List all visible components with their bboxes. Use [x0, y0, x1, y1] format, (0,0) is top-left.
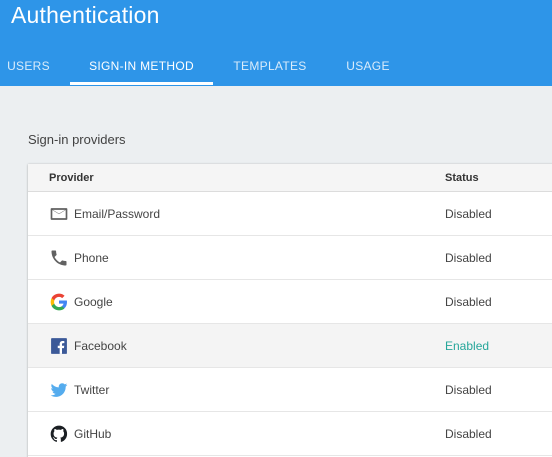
- table-row[interactable]: Facebook Enabled: [28, 324, 552, 368]
- providers-table: Provider Status Email/Password Disabled …: [28, 164, 552, 457]
- table-header: Provider Status: [28, 164, 552, 192]
- provider-name: GitHub: [74, 427, 112, 441]
- tab-sign-in-method[interactable]: SIGN-IN METHOD: [70, 48, 213, 86]
- provider-name: Facebook: [74, 339, 127, 353]
- table-row[interactable]: GitHub Disabled: [28, 412, 552, 456]
- phone-icon: [49, 248, 69, 268]
- email-icon: [49, 204, 69, 224]
- provider-name: Email/Password: [74, 207, 161, 221]
- twitter-icon: [49, 380, 69, 400]
- table-row[interactable]: Phone Disabled: [28, 236, 552, 280]
- section-heading: Sign-in providers: [28, 132, 126, 147]
- status-text: Disabled: [445, 427, 492, 441]
- table-row[interactable]: Google Disabled: [28, 280, 552, 324]
- status-text: Disabled: [445, 383, 492, 397]
- google-icon: [49, 292, 69, 312]
- tab-templates[interactable]: TEMPLATES: [226, 48, 314, 86]
- status-text: Disabled: [445, 251, 492, 265]
- status-text: Disabled: [445, 207, 492, 221]
- table-row[interactable]: Email/Password Disabled: [28, 192, 552, 236]
- tab-users[interactable]: USERS: [0, 48, 57, 86]
- facebook-icon: [49, 336, 69, 356]
- app-header: Authentication USERS SIGN-IN METHOD TEMP…: [0, 0, 552, 86]
- status-text: Enabled: [445, 339, 490, 353]
- tab-bar: USERS SIGN-IN METHOD TEMPLATES USAGE: [0, 48, 552, 86]
- provider-name: Google: [74, 295, 113, 309]
- provider-name: Twitter: [74, 383, 110, 397]
- status-text: Disabled: [445, 295, 492, 309]
- github-icon: [49, 424, 69, 444]
- page-title: Authentication: [11, 2, 160, 28]
- column-header-status: Status: [445, 172, 479, 184]
- column-header-provider: Provider: [49, 172, 94, 184]
- active-tab-indicator: [70, 82, 213, 85]
- tab-usage[interactable]: USAGE: [338, 48, 398, 86]
- table-row[interactable]: Twitter Disabled: [28, 368, 552, 412]
- provider-name: Phone: [74, 251, 109, 265]
